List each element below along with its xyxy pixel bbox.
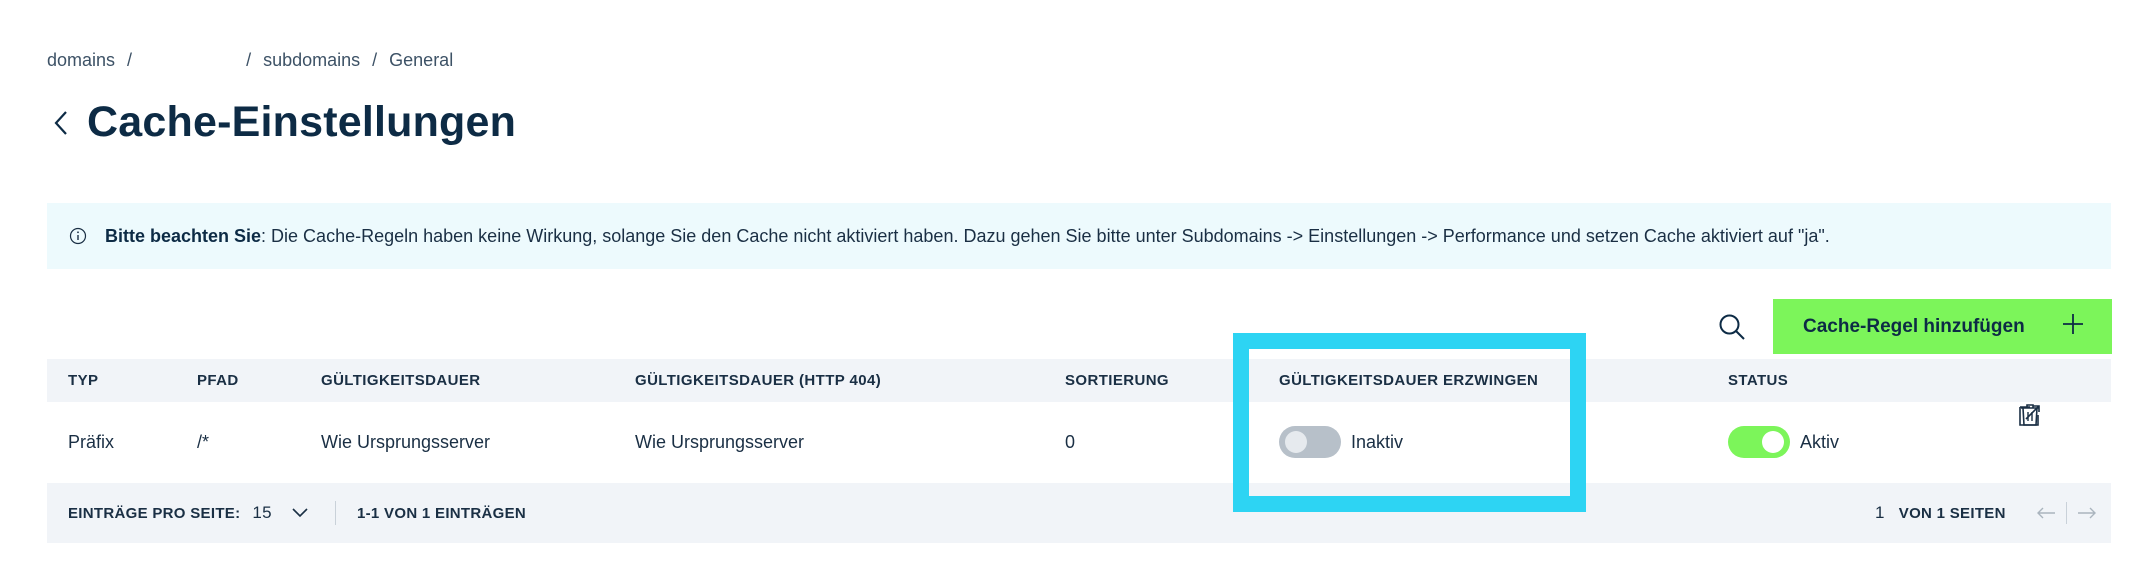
table-header: TYP PFAD GÜLTIGKEITSDAUER GÜLTIGKEITSDAU… — [47, 359, 2111, 402]
col-header-pfad[interactable]: PFAD — [197, 359, 239, 402]
status-toggle-group: Aktiv — [1728, 402, 1839, 482]
cell-gueltigkeit-404: Wie Ursprungsserver — [635, 432, 805, 452]
col-header-status[interactable]: STATUS — [1728, 359, 1788, 402]
breadcrumb-general[interactable]: General — [389, 50, 453, 71]
breadcrumb: domains / / subdomains / General — [47, 50, 453, 71]
search-icon[interactable] — [1717, 312, 1747, 342]
col-header-gueltigkeit-404[interactable]: GÜLTIGKEITSDAUER (HTTP 404) — [635, 359, 881, 402]
status-toggle-label: Aktiv — [1800, 431, 1840, 452]
title-row: Cache-Einstellungen — [47, 98, 516, 147]
table-row: Präfix /* Wie Ursprungsserver Wie Urspru… — [47, 402, 2111, 483]
col-header-sortierung[interactable]: SORTIERUNG — [1065, 359, 1169, 402]
plus-icon — [2062, 313, 2084, 341]
per-page-label: EINTRÄGE PRO SEITE: — [68, 504, 241, 522]
toggle-knob — [1762, 431, 1784, 453]
col-header-typ[interactable]: TYP — [68, 359, 98, 402]
add-cache-rule-label: Cache-Regel hinzufügen — [1803, 315, 2025, 337]
add-cache-rule-button[interactable]: Cache-Regel hinzufügen — [1773, 299, 2112, 354]
footer-divider — [335, 501, 336, 525]
trash-icon[interactable] — [2017, 402, 2043, 428]
chevron-down-icon[interactable] — [292, 508, 308, 518]
per-page-select[interactable]: 15 — [252, 503, 272, 523]
col-header-erzwingen[interactable]: GÜLTIGKEITSDAUER ERZWINGEN — [1279, 359, 1538, 402]
back-chevron-icon[interactable] — [47, 103, 75, 143]
erzwingen-toggle-group: Inaktiv — [1279, 402, 1403, 482]
table-footer: EINTRÄGE PRO SEITE: 15 1-1 VON 1 EINTRÄG… — [47, 483, 2111, 543]
breadcrumb-subdomains[interactable]: subdomains — [263, 50, 360, 71]
page-title: Cache-Einstellungen — [87, 98, 517, 146]
toggle-knob — [1285, 431, 1307, 453]
next-page-arrow-icon[interactable] — [2077, 507, 2097, 519]
breadcrumb-domains[interactable]: domains — [47, 50, 115, 71]
erzwingen-toggle[interactable] — [1279, 426, 1341, 458]
cell-pfad: /* — [197, 432, 210, 452]
cell-gueltigkeit: Wie Ursprungsserver — [321, 432, 491, 452]
cache-rules-table: TYP PFAD GÜLTIGKEITSDAUER GÜLTIGKEITSDAU… — [47, 359, 2111, 543]
entries-summary: 1-1 VON 1 EINTRÄGEN — [357, 504, 527, 522]
pagination-separator — [2065, 502, 2067, 524]
col-header-gueltigkeit[interactable]: GÜLTIGKEITSDAUER — [321, 359, 480, 402]
status-toggle[interactable] — [1728, 426, 1790, 458]
breadcrumb-separator: / — [127, 50, 133, 70]
notice-bold: Bitte beachten Sie — [105, 225, 262, 246]
info-icon — [69, 227, 87, 245]
cell-sortierung: 0 — [1065, 432, 1076, 452]
breadcrumb-separator: / — [246, 50, 252, 70]
info-notice: Bitte beachten Sie: Die Cache-Regeln hab… — [47, 203, 2111, 269]
notice-text: Bitte beachten Sie: Die Cache-Regeln hab… — [105, 226, 1830, 247]
pagination: 1 VON 1 SEITEN — [1875, 483, 2097, 543]
cell-typ: Präfix — [68, 432, 115, 452]
prev-page-arrow-icon[interactable] — [2036, 507, 2056, 519]
notice-body: : Die Cache-Regeln haben keine Wirkung, … — [261, 225, 1830, 246]
page-current[interactable]: 1 — [1875, 503, 1885, 523]
per-page-control: EINTRÄGE PRO SEITE: 15 — [68, 483, 308, 543]
erzwingen-toggle-label: Inaktiv — [1351, 431, 1404, 452]
page-total-label: VON 1 SEITEN — [1898, 504, 2006, 522]
breadcrumb-separator: / — [372, 50, 378, 70]
